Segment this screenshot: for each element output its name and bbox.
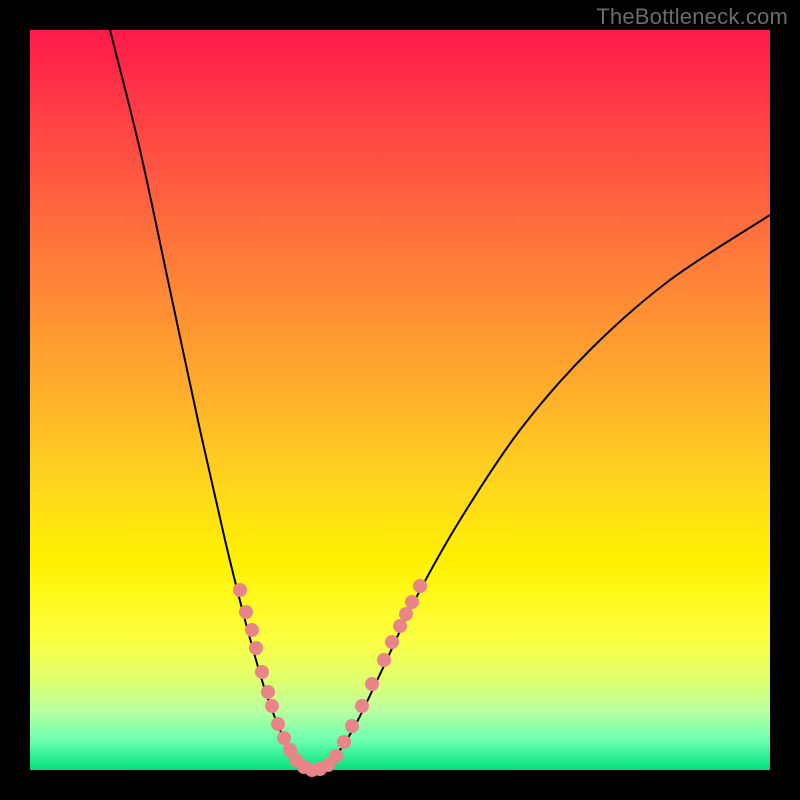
data-point: [399, 607, 413, 621]
data-point: [329, 749, 343, 763]
data-point: [345, 719, 359, 733]
data-point: [249, 641, 263, 655]
data-point: [255, 665, 269, 679]
data-point: [405, 595, 419, 609]
data-point: [245, 623, 259, 637]
data-point: [385, 635, 399, 649]
data-point: [271, 717, 285, 731]
data-point: [393, 619, 407, 633]
data-point: [239, 605, 253, 619]
data-point: [261, 685, 275, 699]
data-point: [233, 583, 247, 597]
watermark-text: TheBottleneck.com: [596, 4, 788, 30]
curve-left: [110, 30, 312, 770]
curve-right: [312, 215, 770, 770]
data-point: [413, 579, 427, 593]
chart-area: [30, 30, 770, 770]
data-point: [277, 731, 291, 745]
data-point: [377, 653, 391, 667]
data-points: [233, 579, 427, 777]
data-point: [355, 699, 369, 713]
data-point: [365, 677, 379, 691]
data-point: [337, 735, 351, 749]
bottleneck-curve-plot: [30, 30, 770, 770]
data-point: [265, 699, 279, 713]
